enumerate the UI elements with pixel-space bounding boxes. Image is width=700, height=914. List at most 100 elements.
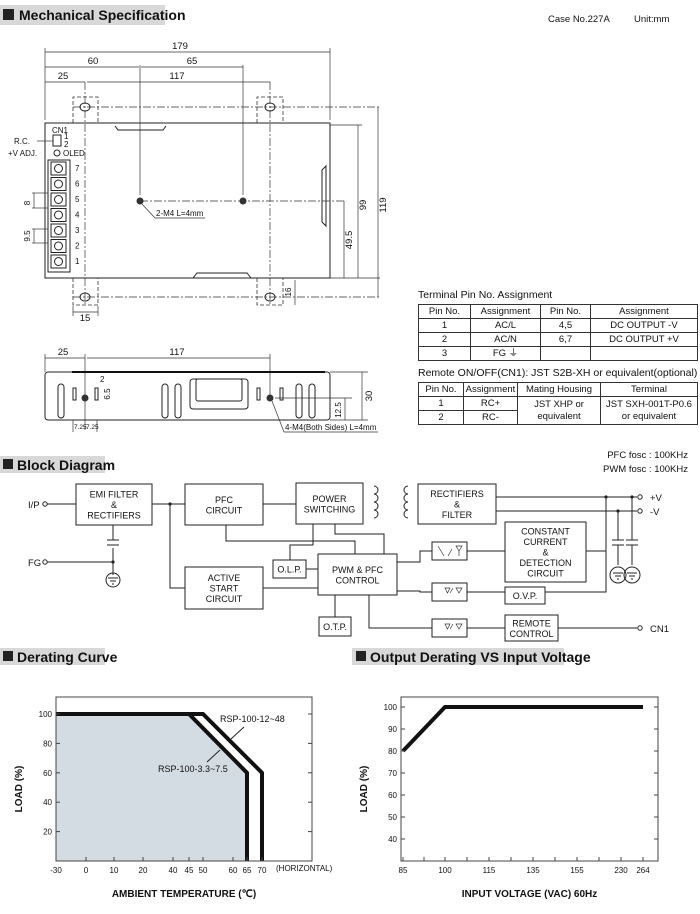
svg-text:&: & bbox=[454, 500, 460, 510]
svg-text:2: 2 bbox=[64, 140, 69, 149]
block-active: ACTIVESTARTCIRCUIT bbox=[184, 566, 264, 610]
svg-text:O.L.P.: O.L.P. bbox=[277, 565, 301, 575]
svg-text:ACTIVE: ACTIVE bbox=[208, 573, 241, 583]
x-tick-label: 20 bbox=[139, 866, 148, 875]
terminal-cn1: CN1 bbox=[650, 624, 669, 635]
block-otp: O.T.P. bbox=[318, 616, 352, 637]
svg-text:Derating Curve: Derating Curve bbox=[17, 649, 118, 665]
terminal-number: 1 bbox=[75, 257, 80, 266]
output-derating-chart: 85 100 115 135 155 230 264 40 50 60 70 80 90 100 LOAD … bbox=[359, 696, 659, 900]
dim-117: 117 bbox=[169, 71, 184, 82]
dim-9-5: 9.5 bbox=[23, 230, 32, 242]
terminal-number: 4 bbox=[75, 211, 80, 220]
x-tick-label: 230 bbox=[614, 866, 628, 875]
y-tick-label: 80 bbox=[43, 739, 52, 748]
svg-text:CIRCUIT: CIRCUIT bbox=[206, 505, 243, 515]
terminal-number: 5 bbox=[75, 195, 80, 204]
dim-15: 15 bbox=[80, 313, 91, 324]
svg-text:117: 117 bbox=[169, 347, 184, 358]
dim-25: 25 bbox=[58, 71, 69, 82]
svg-text:RECTIFIERS: RECTIFIERS bbox=[87, 511, 141, 521]
terminal-number: 3 bbox=[75, 226, 80, 235]
block-pfc: PFCCIRCUIT bbox=[184, 483, 264, 526]
y-tick-label: 80 bbox=[388, 747, 397, 756]
y-tick-label: 70 bbox=[388, 769, 397, 778]
unit-label: Unit:mm bbox=[634, 14, 669, 25]
table-row: 1 AC/L 4,5 DC OUTPUT -V bbox=[418, 318, 698, 333]
remote-table-title: Remote ON/OFF(CN1): JST S2B-XH or equiva… bbox=[418, 367, 698, 379]
pwm-frequency: PWM fosc : 100KHz bbox=[603, 464, 688, 475]
x-tick-label: -30 bbox=[50, 866, 62, 875]
side-view-drawing: 25 117 2 6.5 30 12.5 7.25 7.25 4-M4(Both… bbox=[44, 347, 378, 433]
block-rect: RECTIFIERS&FILTER bbox=[417, 483, 497, 525]
svg-text:DETECTION: DETECTION bbox=[519, 558, 571, 568]
dim-99: 99 bbox=[358, 200, 369, 211]
svg-text:CONTROL: CONTROL bbox=[335, 575, 379, 585]
y-tick-label: 90 bbox=[388, 725, 397, 734]
terminal-screw bbox=[50, 192, 67, 207]
y-tick-label: 20 bbox=[43, 828, 52, 837]
x-tick-label: 65 bbox=[243, 866, 252, 875]
svg-text:2: 2 bbox=[100, 375, 105, 384]
terminal-number: 2 bbox=[75, 242, 80, 251]
svg-text:RECTIFIERS: RECTIFIERS bbox=[430, 489, 484, 499]
dim-49-5: 49.5 bbox=[344, 231, 355, 250]
x-axis-label: AMBIENT TEMPERATURE (℃) bbox=[112, 889, 256, 900]
series-label: RSP-100-3.3~7.5 bbox=[158, 764, 228, 774]
block-remote: REMOTECONTROL bbox=[504, 614, 559, 642]
rc-label: R.C. bbox=[14, 137, 30, 146]
table-header-row: Pin No. Assignment Mating Housing Terminal bbox=[418, 382, 698, 397]
terminal-screw bbox=[50, 254, 67, 269]
terminal-fg: FG bbox=[28, 558, 41, 569]
dim-65: 65 bbox=[187, 56, 198, 67]
terminal-screw bbox=[50, 208, 67, 222]
terminal-screw bbox=[50, 161, 67, 176]
svg-text:FILTER: FILTER bbox=[442, 510, 473, 520]
svg-text:PFC: PFC bbox=[215, 495, 234, 505]
block-cc: CONSTANTCURRENT&DETECTIONCIRCUIT bbox=[504, 521, 587, 583]
vadj-label: +V ADJ. bbox=[8, 149, 37, 158]
terminal-pos-v: +V bbox=[650, 493, 663, 504]
x-tick-label: 50 bbox=[199, 866, 208, 875]
y-tick-label: 100 bbox=[384, 703, 398, 712]
x-tick-label: 85 bbox=[399, 866, 408, 875]
section-header-output-derating: Output Derating VS Input Voltage bbox=[352, 648, 591, 665]
svg-text:O.V.P.: O.V.P. bbox=[513, 591, 538, 601]
svg-text:Block Diagram: Block Diagram bbox=[17, 457, 115, 473]
x-tick-label: 70 bbox=[258, 866, 267, 875]
case-number: Case No.227A bbox=[548, 14, 610, 25]
x-axis-suffix: (HORIZONTAL) bbox=[276, 864, 333, 873]
block-pwm: PWM & PFCCONTROL bbox=[317, 553, 398, 596]
svg-text:REMOTE: REMOTE bbox=[512, 618, 551, 628]
terminal-neg-v: -V bbox=[650, 507, 660, 518]
x-tick-label: 264 bbox=[636, 866, 650, 875]
y-tick-label: 60 bbox=[43, 769, 52, 778]
block-emi: EMI FILTER&RECTIFIERS bbox=[75, 483, 153, 526]
x-tick-label: 40 bbox=[169, 866, 178, 875]
terminal-ip: I/P bbox=[28, 500, 40, 511]
svg-text:Mechanical Specification: Mechanical Specification bbox=[19, 7, 186, 23]
series-label: RSP-100-12~48 bbox=[220, 714, 285, 724]
svg-text:SWITCHING: SWITCHING bbox=[304, 504, 356, 514]
y-tick-label: 40 bbox=[388, 835, 397, 844]
svg-text:&: & bbox=[111, 500, 117, 510]
svg-text:Output Derating VS Input Volta: Output Derating VS Input Voltage bbox=[370, 649, 591, 665]
y-axis-label: LOAD (%) bbox=[14, 766, 25, 813]
block-ovp: O.V.P. bbox=[504, 586, 546, 605]
terminal-number: 6 bbox=[75, 180, 80, 189]
svg-text:O.T.P.: O.T.P. bbox=[323, 622, 347, 632]
top-view-drawing: 179 60 65 25 117 2-M4 L=4mm 99 119 49.5 … bbox=[8, 41, 389, 324]
table-row: 2 AC/N 6,7 DC OUTPUT +V bbox=[418, 332, 698, 347]
table-row: 3 FG ⏚ bbox=[418, 346, 698, 361]
y-tick-label: 50 bbox=[388, 813, 397, 822]
series-line bbox=[401, 705, 643, 753]
section-header-mechanical: Mechanical Specification bbox=[0, 5, 186, 25]
plot-frame bbox=[400, 696, 659, 862]
section-header-block: Block Diagram bbox=[0, 456, 115, 473]
terminal-pin-table: Pin No. Assignment Pin No. Assignment 1 AC/L… bbox=[418, 304, 698, 361]
svg-text:CIRCUIT: CIRCUIT bbox=[527, 569, 564, 579]
x-axis-label: INPUT VOLTAGE (VAC) 60Hz bbox=[462, 889, 598, 900]
x-tick-label: 10 bbox=[110, 866, 119, 875]
block-psw: POWERSWITCHING bbox=[295, 482, 364, 525]
terminal-screw bbox=[50, 239, 67, 253]
